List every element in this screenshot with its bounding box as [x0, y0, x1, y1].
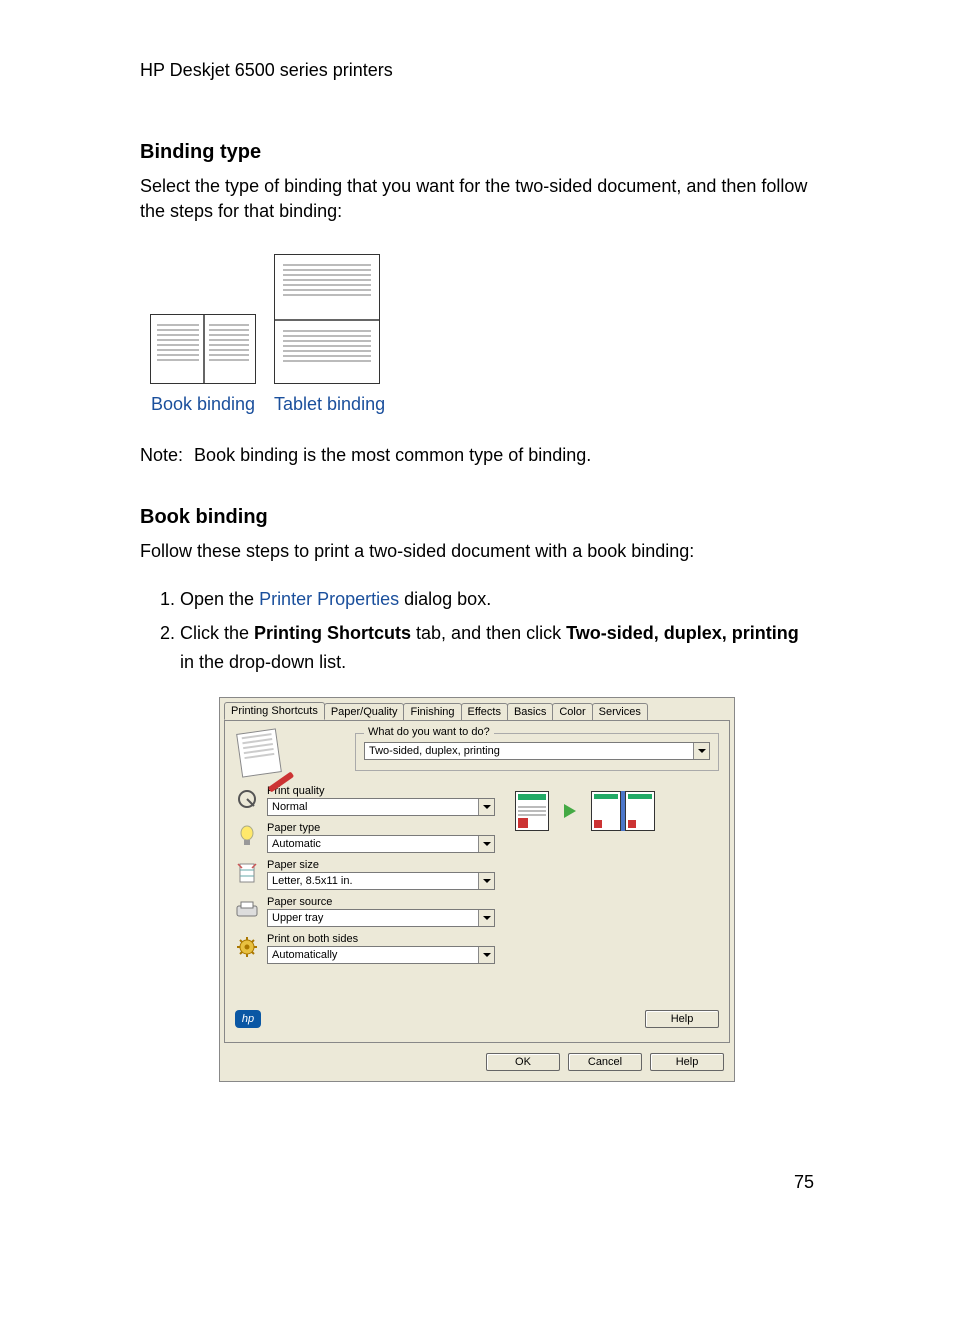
note-row: Note: Book binding is the most common ty…	[140, 445, 814, 466]
tab-color[interactable]: Color	[552, 703, 592, 720]
help-button[interactable]: Help	[650, 1053, 724, 1071]
step2-post: in the drop-down list.	[180, 652, 346, 672]
note-label: Note:	[140, 445, 183, 465]
tab-paper-quality[interactable]: Paper/Quality	[324, 703, 405, 720]
duplex-dropdown[interactable]: Automatically	[267, 946, 495, 964]
preview-front-page-icon	[515, 791, 549, 831]
inner-help-button[interactable]: Help	[645, 1010, 719, 1028]
paper-size-icon	[235, 859, 259, 887]
section-title-binding-type: Binding type	[140, 141, 814, 164]
paper-type-label: Paper type	[267, 822, 495, 834]
print-quality-icon	[235, 785, 259, 813]
dialog-button-row: OK Cancel Help	[220, 1043, 734, 1081]
book-binding-thumbnail	[150, 314, 256, 384]
dialog-tabs: Printing Shortcuts Paper/Quality Finishi…	[220, 698, 734, 720]
chevron-down-icon	[478, 947, 494, 963]
tab-panel-printing-shortcuts: What do you want to do? Two-sided, duple…	[224, 720, 730, 1043]
binding-options-row: Book binding Tablet binding	[150, 254, 814, 415]
book-binding-label[interactable]: Book binding	[150, 394, 256, 415]
doc-header: HP Deskjet 6500 series printers	[140, 60, 814, 81]
tab-basics[interactable]: Basics	[507, 703, 553, 720]
tablet-binding-label[interactable]: Tablet binding	[274, 394, 385, 415]
tab-effects[interactable]: Effects	[461, 703, 508, 720]
gear-icon	[235, 933, 259, 961]
hp-logo-icon: hp	[235, 1010, 261, 1028]
step2-pre: Click the	[180, 623, 254, 643]
task-dropdown-value: Two-sided, duplex, printing	[365, 745, 693, 757]
task-dropdown[interactable]: Two-sided, duplex, printing	[364, 742, 710, 760]
print-quality-value: Normal	[268, 801, 478, 813]
chevron-down-icon	[478, 873, 494, 889]
tab-services[interactable]: Services	[592, 703, 648, 720]
duplex-value: Automatically	[268, 949, 478, 961]
tab-finishing[interactable]: Finishing	[403, 703, 461, 720]
what-do-you-want-legend: What do you want to do?	[364, 726, 494, 738]
step1-pre: Open the	[180, 589, 259, 609]
lightbulb-icon	[235, 822, 259, 850]
paper-type-value: Automatic	[268, 838, 478, 850]
step1-post: dialog box.	[399, 589, 491, 609]
paper-size-dropdown[interactable]: Letter, 8.5x11 in.	[267, 872, 495, 890]
print-quality-label: Print quality	[267, 785, 495, 797]
paper-size-label: Paper size	[267, 859, 495, 871]
steps-list: Open the Printer Properties dialog box. …	[140, 585, 814, 677]
book-binding-intro: Follow these steps to print a two-sided …	[140, 539, 814, 564]
print-quality-dropdown[interactable]: Normal	[267, 798, 495, 816]
step2-mid: tab, and then click	[411, 623, 566, 643]
tab-printing-shortcuts[interactable]: Printing Shortcuts	[224, 702, 325, 720]
step2-bold-2: Two-sided, duplex, printing	[566, 623, 799, 643]
chevron-down-icon	[693, 743, 709, 759]
arrow-right-icon	[564, 804, 576, 818]
chevron-down-icon	[478, 910, 494, 926]
tablet-binding-thumbnail	[274, 254, 380, 384]
chevron-down-icon	[478, 799, 494, 815]
ok-button[interactable]: OK	[486, 1053, 560, 1071]
preview-area	[515, 785, 719, 970]
step-2: Click the Printing Shortcuts tab, and th…	[180, 619, 814, 677]
chevron-down-icon	[478, 836, 494, 852]
paper-type-dropdown[interactable]: Automatic	[267, 835, 495, 853]
paper-source-value: Upper tray	[268, 912, 478, 924]
step-1: Open the Printer Properties dialog box.	[180, 585, 814, 614]
printer-properties-link[interactable]: Printer Properties	[259, 589, 399, 609]
duplex-label: Print on both sides	[267, 933, 495, 945]
what-do-you-want-fieldset: What do you want to do? Two-sided, duple…	[355, 733, 719, 771]
printer-properties-dialog: Printing Shortcuts Paper/Quality Finishi…	[219, 697, 735, 1082]
paper-size-value: Letter, 8.5x11 in.	[268, 875, 478, 887]
paper-source-label: Paper source	[267, 896, 495, 908]
cancel-button[interactable]: Cancel	[568, 1053, 642, 1071]
paper-source-dropdown[interactable]: Upper tray	[267, 909, 495, 927]
page-number: 75	[140, 1172, 814, 1193]
binding-type-intro: Select the type of binding that you want…	[140, 174, 814, 224]
step2-bold-1: Printing Shortcuts	[254, 623, 411, 643]
note-text: Book binding is the most common type of …	[194, 445, 591, 465]
tray-icon	[235, 896, 259, 924]
shortcut-icon	[239, 731, 291, 783]
section-title-book-binding: Book binding	[140, 506, 814, 529]
preview-book-icon	[591, 791, 655, 831]
